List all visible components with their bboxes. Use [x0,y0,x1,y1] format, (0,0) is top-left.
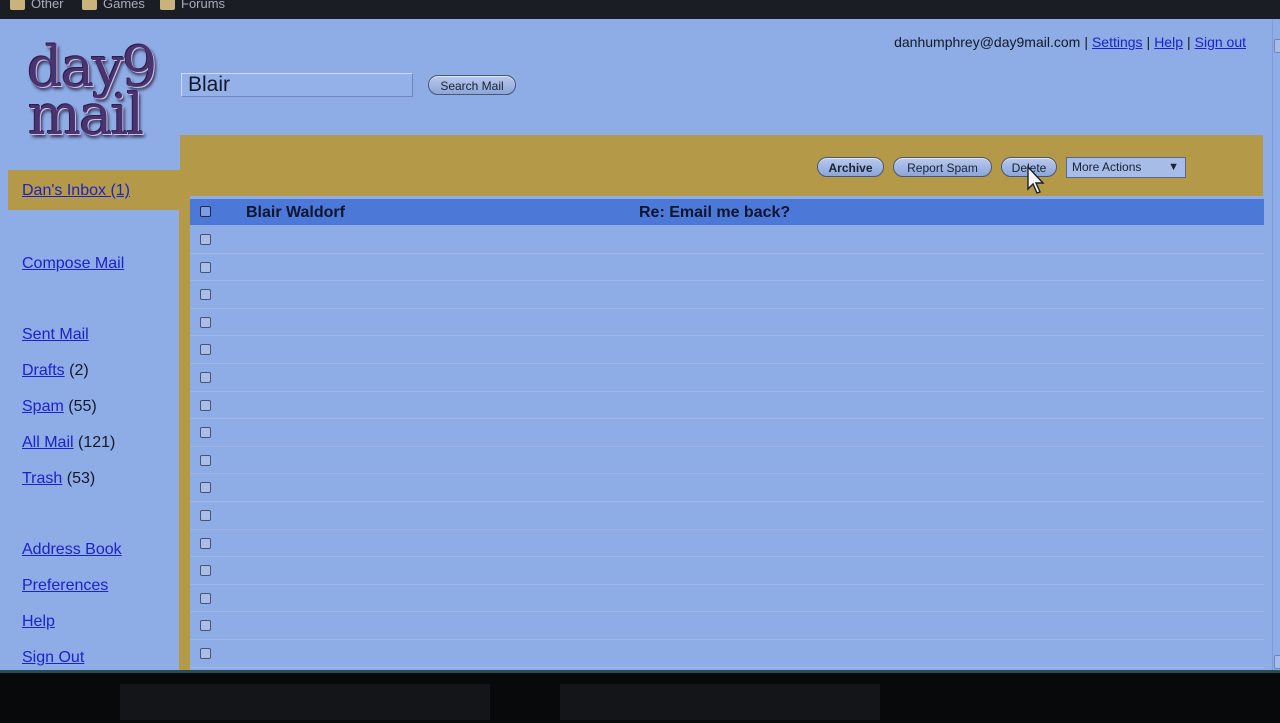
bookmark-label: Games [103,0,145,11]
sign-out-link[interactable]: Sign out [1195,34,1246,50]
scroll-up-icon[interactable] [1274,39,1280,53]
scroll-down-icon[interactable] [1274,655,1280,669]
table-row[interactable] [190,254,1264,282]
row-checkbox[interactable] [200,620,211,632]
table-row[interactable] [190,530,1264,558]
more-actions-label: More Actions [1072,160,1142,174]
row-checkbox[interactable] [200,372,211,383]
row-checkbox[interactable] [200,565,211,577]
row-checkbox[interactable] [200,648,211,659]
scrollbar[interactable] [1272,19,1280,670]
table-row[interactable] [190,502,1264,530]
sidebar-item-drafts[interactable]: Drafts (2) [22,362,89,380]
shadow-band [120,684,490,720]
bookmark-forums[interactable]: Forums [160,0,225,11]
table-row[interactable] [190,392,1264,420]
table-row[interactable] [190,640,1264,668]
logo-line-2: mail [28,83,144,148]
report-spam-button[interactable]: Report Spam [893,157,992,177]
table-row[interactable] [190,419,1264,447]
sidebar-item-label[interactable]: Drafts [22,362,65,379]
row-checkbox[interactable] [200,206,211,217]
sidebar-item-label[interactable]: Spam [22,398,64,415]
row-checkbox[interactable] [200,316,211,328]
day9mail-logo[interactable]: day9 mail [25,40,165,160]
sidebar-item-preferences[interactable]: Preferences [22,577,108,595]
separator: | [1186,34,1191,50]
sidebar-item-spam[interactable]: Spam (55) [22,398,97,416]
settings-link[interactable]: Settings [1092,34,1143,50]
sidebar-item-sign-out[interactable]: Sign Out [22,649,84,667]
table-row[interactable] [190,364,1264,392]
sidebar-item-all-mail[interactable]: All Mail (121) [22,434,115,452]
folder-icon [82,0,97,10]
sidebar-item-compose[interactable]: Compose Mail [22,255,124,273]
table-row[interactable] [190,226,1264,254]
user-bar: danhumphrey@day9mail.com | Settings | Help | S… [894,34,1246,50]
count-badge: (2) [69,362,89,379]
table-row[interactable] [190,336,1264,364]
count-badge: (121) [78,434,116,451]
more-actions-select[interactable]: More Actions ▼ [1066,157,1186,178]
row-checkbox[interactable] [200,399,211,411]
table-row[interactable] [190,474,1264,502]
search-input[interactable] [181,73,413,97]
sidebar-item-help[interactable]: Help [22,613,55,631]
table-row[interactable] [190,447,1264,475]
bookmark-games[interactable]: Games [82,0,145,11]
archive-button[interactable]: Archive [817,157,884,177]
sidebar-item-address-book[interactable]: Address Book [22,541,122,559]
message-sender: Blair Waldorf [246,204,345,221]
message-list [190,226,1264,670]
row-checkbox[interactable] [200,482,211,494]
sidebar-item-sent[interactable]: Sent Mail [22,326,89,344]
row-checkbox[interactable] [200,344,211,356]
sidebar-item-label[interactable]: All Mail [22,434,74,451]
row-checkbox[interactable] [200,592,211,604]
row-checkbox[interactable] [200,427,211,439]
chevron-down-icon: ▼ [1168,161,1179,173]
mouse-pointer-icon [1027,165,1045,194]
message-row-selected[interactable]: Blair Waldorf Re: Email me back? [190,199,1264,225]
row-checkbox[interactable] [200,261,211,273]
row-checkbox[interactable] [200,234,211,245]
bookmarks-bar: Other Games Forums [0,0,1280,19]
count-badge: (55) [68,398,97,415]
bookmark-other[interactable]: Other [10,0,64,11]
shadow-band [560,684,880,720]
bookmark-label: Other [31,0,64,11]
user-email: danhumphrey@day9mail.com [894,34,1081,50]
row-checkbox[interactable] [200,537,211,549]
table-row[interactable] [190,309,1264,337]
help-link[interactable]: Help [1154,34,1183,50]
list-frame [179,196,190,670]
separator: | [1084,34,1088,50]
row-checkbox[interactable] [200,289,211,301]
table-row[interactable] [190,281,1264,309]
message-subject: Re: Email me back? [639,204,791,221]
count-badge: (53) [66,470,96,487]
table-row[interactable] [190,612,1264,640]
table-row[interactable] [190,585,1264,613]
search-mail-button[interactable]: Search Mail [428,75,516,95]
row-checkbox[interactable] [200,454,211,466]
folder-icon [10,0,25,10]
folder-icon [160,0,175,10]
sidebar-item-label[interactable]: Trash [22,470,62,487]
sidebar-item-inbox[interactable]: Dan's Inbox (1) [22,182,130,200]
bookmark-label: Forums [181,0,226,11]
mail-page: day9 mail Search Mail danhumphrey@day9ma… [0,19,1274,670]
row-checkbox[interactable] [200,510,211,521]
sidebar-item-trash[interactable]: Trash (53) [22,470,95,488]
separator: | [1146,34,1151,50]
table-row[interactable] [190,557,1264,585]
